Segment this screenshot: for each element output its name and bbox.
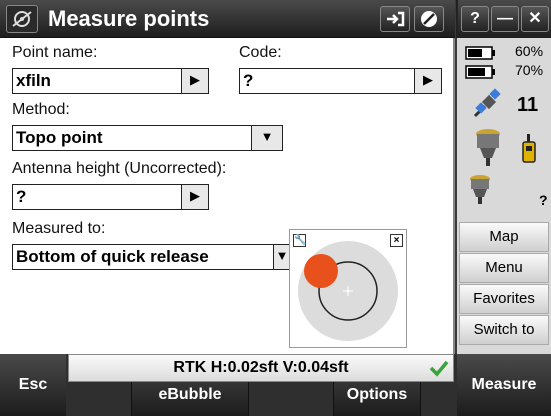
title-bar: Measure points xyxy=(0,0,455,38)
switch-to-button[interactable]: Switch to xyxy=(459,315,549,345)
unknown-status: ? xyxy=(539,192,548,208)
close-button[interactable]: ✕ xyxy=(521,6,549,32)
antenna-height-arrow-button[interactable]: ▶ xyxy=(181,184,209,210)
page-title: Measure points xyxy=(48,6,210,31)
satellite-count: 11 xyxy=(517,94,539,116)
code-arrow-button[interactable]: ▶ xyxy=(414,68,442,94)
method-dropdown-icon[interactable]: ▼ xyxy=(251,125,283,151)
antenna-height-label: Antenna height (Uncorrected): xyxy=(12,160,227,177)
battery2-percent: 70% xyxy=(515,62,544,78)
code-label: Code: xyxy=(239,44,282,61)
favorites-button[interactable]: Favorites xyxy=(459,284,549,314)
ebubble-window[interactable]: 🔧 × xyxy=(289,229,407,348)
esc-button[interactable]: Esc xyxy=(0,354,66,416)
check-icon xyxy=(429,360,449,377)
point-name-arrow-button[interactable]: ▶ xyxy=(181,68,209,94)
side-panel: 60% 70% 11 ? Map Menu Favorites Switch t… xyxy=(457,38,551,354)
help-button[interactable]: ? xyxy=(461,6,489,32)
base-receiver-icon[interactable] xyxy=(469,174,491,206)
rtk-precision-text: RTK H:0.02sft V:0.04sft xyxy=(173,359,349,376)
wrench-icon[interactable]: 🔧 xyxy=(293,234,306,247)
controller-icon[interactable] xyxy=(521,134,537,164)
measure-button[interactable]: Measure xyxy=(457,354,551,416)
measured-to-select[interactable]: Bottom of quick release xyxy=(12,244,274,270)
method-select[interactable]: Topo point xyxy=(12,125,252,151)
method-label: Method: xyxy=(12,101,70,118)
login-icon[interactable] xyxy=(380,6,410,32)
battery-icon xyxy=(465,46,495,60)
bubble-close-icon[interactable]: × xyxy=(390,234,403,247)
window-controls: ? — ✕ xyxy=(456,0,551,38)
battery1-percent: 60% xyxy=(515,43,544,59)
point-name-label: Point name: xyxy=(12,44,98,61)
bubble-level-icon xyxy=(298,241,398,341)
no-entry-icon[interactable] xyxy=(414,6,444,32)
antenna-height-input[interactable]: ? xyxy=(12,184,182,210)
form-panel: Point name: xfiln ▶ Code: ? ▶ Method: To… xyxy=(0,38,455,354)
app-logo-icon[interactable] xyxy=(6,5,38,33)
code-input[interactable]: ? xyxy=(239,68,415,94)
battery-icon xyxy=(465,65,495,79)
status-bar: RTK H:0.02sft V:0.04sft xyxy=(68,354,454,382)
minimize-button[interactable]: — xyxy=(491,6,519,32)
map-button[interactable]: Map xyxy=(459,222,549,252)
receiver-icon[interactable] xyxy=(475,128,501,168)
measured-to-label: Measured to: xyxy=(12,220,106,237)
point-name-input[interactable]: xfiln xyxy=(12,68,182,94)
menu-button[interactable]: Menu xyxy=(459,253,549,283)
satellite-icon[interactable] xyxy=(471,88,505,120)
